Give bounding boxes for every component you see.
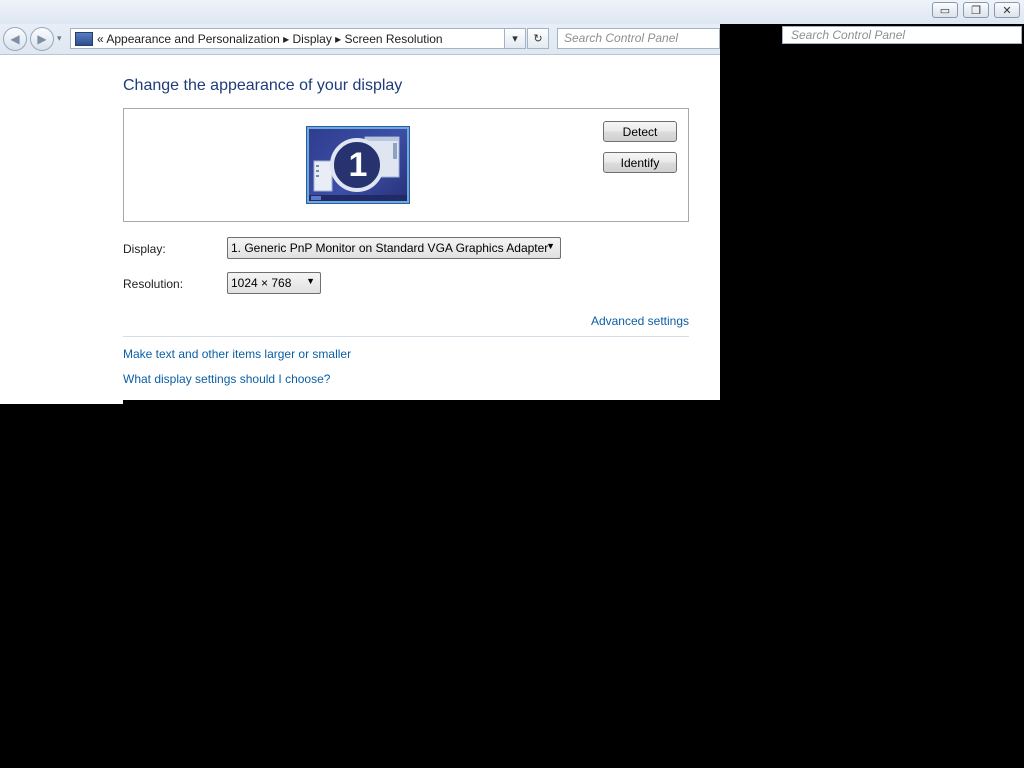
monitor-number: 1 — [348, 145, 368, 184]
back-button[interactable]: ◀ — [3, 27, 27, 51]
address-bar[interactable]: « Appearance and Personalization ▸ Displ… — [70, 28, 524, 49]
content-edge — [0, 400, 123, 404]
chevron-down-icon: ▾ — [512, 33, 518, 45]
text-size-link[interactable]: Make text and other items larger or smal… — [123, 347, 351, 361]
dropdown-arrow-icon: ▼ — [546, 241, 555, 251]
breadcrumb[interactable]: « Appearance and Personalization ▸ Displ… — [97, 32, 443, 46]
main-content: Change the appearance of your display 1 … — [0, 55, 720, 400]
forward-arrow-icon: ▶ — [37, 32, 47, 46]
forward-button[interactable]: ▶ — [30, 27, 54, 51]
minimize-button[interactable]: ▭ — [932, 2, 958, 18]
navigation-bar: ◀ ▶ ▾ « Appearance and Personalization ▸… — [0, 24, 720, 55]
identify-button[interactable]: Identify — [603, 152, 677, 173]
restore-button[interactable]: ❐ — [963, 2, 989, 18]
advanced-settings-link[interactable]: Advanced settings — [591, 314, 689, 328]
search-input[interactable]: Search Control Panel — [557, 28, 720, 49]
window-controls: ▭ ❐ ✕ — [932, 2, 1020, 18]
close-button[interactable]: ✕ — [994, 2, 1020, 18]
display-label: Display: — [123, 242, 166, 256]
address-dropdown-button[interactable]: ▾ — [504, 28, 526, 49]
refresh-button[interactable]: ↻ — [527, 28, 549, 49]
display-select-value: 1. Generic PnP Monitor on Standard VGA G… — [231, 241, 549, 255]
resolution-label: Resolution: — [123, 277, 184, 291]
refresh-icon: ↻ — [533, 33, 543, 45]
recent-pages-dropdown[interactable]: ▾ — [57, 33, 62, 44]
display-preview-panel: 1 Detect Identify — [123, 108, 689, 222]
monitor-icon[interactable]: 1 — [307, 127, 409, 203]
display-help-link[interactable]: What display settings should I choose? — [123, 372, 330, 386]
background-search-field[interactable]: Search Control Panel — [782, 26, 1022, 44]
control-panel-icon — [75, 31, 93, 46]
detect-button[interactable]: Detect — [603, 121, 677, 142]
resolution-select[interactable]: 1024 × 768 ▼ — [227, 272, 321, 294]
resolution-select-value: 1024 × 768 — [231, 276, 292, 290]
divider — [123, 336, 689, 337]
dropdown-arrow-icon: ▼ — [306, 276, 315, 286]
title-bar: ▭ ❐ ✕ — [0, 0, 1024, 24]
page-title: Change the appearance of your display — [123, 77, 403, 94]
back-arrow-icon: ◀ — [10, 32, 20, 46]
display-select[interactable]: 1. Generic PnP Monitor on Standard VGA G… — [227, 237, 561, 259]
